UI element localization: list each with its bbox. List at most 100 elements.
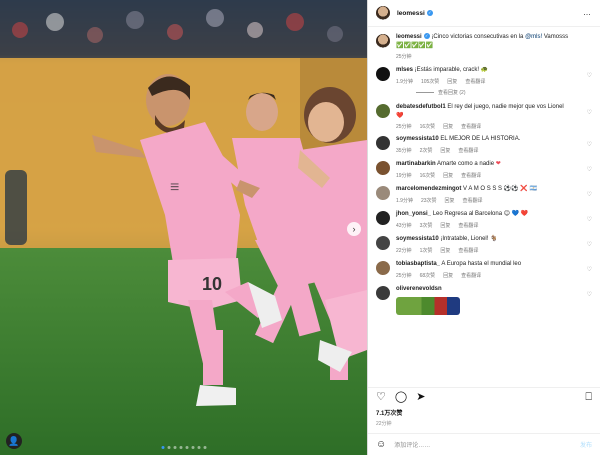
post-comment-button[interactable]: 发布 — [580, 440, 592, 449]
like-comment-icon[interactable]: ♡ — [587, 72, 592, 79]
like-comment-icon[interactable]: ♡ — [587, 141, 592, 148]
comment-likes[interactable]: 3次赞 — [420, 222, 433, 229]
heart-emoji: ❤️ — [396, 112, 404, 119]
see-translation-link[interactable]: 查看翻译 — [461, 172, 481, 179]
carousel-dots — [161, 446, 206, 449]
caption: leomessi ✓ ¡Cinco victorias consecutivas … — [376, 33, 592, 63]
comment-likes[interactable]: 2次赞 — [420, 147, 433, 154]
like-comment-icon[interactable]: ♡ — [587, 266, 592, 273]
view-replies-link[interactable]: 查看回复 (2) — [416, 89, 586, 96]
comment-likes[interactable]: 1次赞 — [420, 247, 433, 254]
comment-likes[interactable]: 16次赞 — [420, 123, 436, 130]
comment-username[interactable]: martinabarkin — [396, 161, 436, 167]
avatar[interactable] — [376, 6, 390, 20]
like-icon[interactable]: ♡ — [376, 392, 386, 403]
post-sidebar: leomessi ✓ … leomessi ✓ ¡Cinco victorias … — [367, 0, 600, 455]
see-translation-link[interactable]: 查看翻译 — [458, 147, 478, 154]
caption-emojis: ✅✅✅✅✅ — [396, 42, 434, 49]
post-header: leomessi ✓ … — [368, 0, 600, 27]
avatar[interactable] — [376, 286, 390, 300]
comment-item: martinabarkin Amarte como a nadie ❤ 19分钟 1… — [376, 160, 592, 182]
comment-body: El rey del juego, nadie mejor que vos Li… — [447, 104, 564, 110]
comment-meta: 1.9分钟 105次赞 回复 查看翻译 — [396, 78, 586, 85]
comment-icon[interactable]: ◯ — [395, 392, 407, 403]
comment-username[interactable]: mlses — [396, 67, 413, 73]
bookmark-icon[interactable]: ⎕ — [585, 392, 592, 403]
next-photo-button[interactable]: › — [347, 222, 361, 236]
comment-likes[interactable]: 105次赞 — [421, 78, 439, 85]
post-photo[interactable]: ≡ 10 › 👤 — [0, 0, 367, 455]
like-comment-icon[interactable]: ♡ — [587, 291, 592, 298]
post-date: 22分钟 — [376, 421, 392, 427]
carousel-dot — [161, 446, 164, 449]
avatar[interactable] — [376, 136, 390, 150]
reply-button[interactable]: 回复 — [440, 147, 450, 154]
caption-username[interactable]: leomessi — [396, 34, 422, 40]
like-comment-icon[interactable]: ♡ — [587, 191, 592, 198]
comment-username[interactable]: soymessista10 — [396, 236, 439, 242]
add-comment-bar: ☺ 添加评论…… 发布 — [368, 433, 600, 455]
celebration-photo: ≡ 10 — [0, 0, 367, 455]
see-translation-link[interactable]: 查看翻译 — [458, 222, 478, 229]
comment-likes[interactable]: 68次赞 — [420, 272, 436, 279]
comment-meta: 35分钟 2次赞 回复 查看翻译 — [396, 147, 586, 154]
share-icon[interactable]: ➤ — [416, 392, 425, 403]
comment-username[interactable]: oliverenevoldsn — [396, 286, 442, 292]
comment-likes[interactable]: 16次赞 — [420, 172, 436, 179]
avatar[interactable] — [376, 34, 390, 48]
comment-username[interactable]: marcelomendezmingot — [396, 186, 461, 192]
comment-body: EL MEJOR DE LA HISTORIA. — [440, 136, 521, 142]
more-options-icon[interactable]: … — [583, 8, 592, 17]
avatar[interactable] — [376, 186, 390, 200]
tagged-users-button[interactable]: 👤 — [6, 433, 22, 449]
comment-body: Amarte como a nadie — [437, 161, 495, 167]
like-comment-icon[interactable]: ♡ — [587, 166, 592, 173]
comment-username[interactable]: tobiasbaptista_ — [396, 261, 440, 267]
avatar[interactable] — [376, 211, 390, 225]
comment-username[interactable]: jhon_yonsi_ — [396, 211, 431, 217]
reply-button[interactable]: 回复 — [443, 123, 453, 130]
comment-likes[interactable]: 23次赞 — [421, 197, 437, 204]
see-translation-link[interactable]: 查看翻译 — [465, 78, 485, 85]
comment-body: ¡Intratable, Lionel! 🐐 — [440, 236, 498, 242]
see-translation-link[interactable]: 查看翻译 — [461, 272, 481, 279]
comments-list[interactable]: leomessi ✓ ¡Cinco victorias consecutivas … — [368, 27, 600, 387]
reply-button[interactable]: 回复 — [440, 222, 450, 229]
post-author-username[interactable]: leomessi — [397, 10, 425, 17]
reply-button[interactable]: 回复 — [443, 272, 453, 279]
carousel-dot — [197, 446, 200, 449]
like-comment-icon[interactable]: ♡ — [587, 241, 592, 248]
avatar[interactable] — [376, 236, 390, 250]
avatar[interactable] — [376, 261, 390, 275]
comment-item: oliverenevoldsn ♡ — [376, 285, 592, 323]
comment-item: tobiasbaptista_ A Europa hasta el mundia… — [376, 260, 592, 282]
emoji-icon[interactable]: ☺ — [376, 439, 386, 450]
avatar[interactable] — [376, 104, 390, 118]
reply-button[interactable]: 回复 — [440, 247, 450, 254]
avatar[interactable] — [376, 161, 390, 175]
reply-button[interactable]: 回复 — [447, 78, 457, 85]
comment-username[interactable]: debatesdefutbol1 — [396, 104, 446, 110]
divider — [416, 91, 434, 93]
mention-link[interactable]: @mls! — [525, 34, 542, 40]
reply-button[interactable]: 回复 — [443, 172, 453, 179]
comment-username[interactable]: soymessista10 — [396, 136, 439, 142]
comment-item: soymessista10 ¡Intratable, Lionel! 🐐 22分钟… — [376, 235, 592, 257]
like-comment-icon[interactable]: ♡ — [587, 216, 592, 223]
see-translation-link[interactable]: 查看翻译 — [458, 247, 478, 254]
reply-button[interactable]: 回复 — [445, 197, 455, 204]
comment-input[interactable]: 添加评论…… — [394, 440, 430, 449]
see-translation-link[interactable]: 查看翻译 — [461, 123, 481, 130]
avatar[interactable] — [376, 67, 390, 81]
likes-count[interactable]: 7.1万次赞 — [368, 407, 600, 417]
caption-body-end: Vamosss — [543, 34, 569, 40]
caption-body: ¡Cinco victorias consecutivas en la — [431, 34, 524, 40]
comment-body: ¡Estás imparable, crack! 🐢 — [414, 67, 489, 73]
see-translation-link[interactable]: 查看翻译 — [463, 197, 483, 204]
carousel-dot — [191, 446, 194, 449]
svg-text:10: 10 — [202, 274, 222, 294]
comment-body: Leo Regresa al Barcelona 😊 💙 ❤️ — [432, 211, 529, 217]
comment-time: 35分钟 — [396, 147, 412, 154]
like-comment-icon[interactable]: ♡ — [587, 109, 592, 116]
comment-item: marcelomendezmingot V A M O S S S ⚽⚽ ❌ 🇦… — [376, 185, 592, 207]
